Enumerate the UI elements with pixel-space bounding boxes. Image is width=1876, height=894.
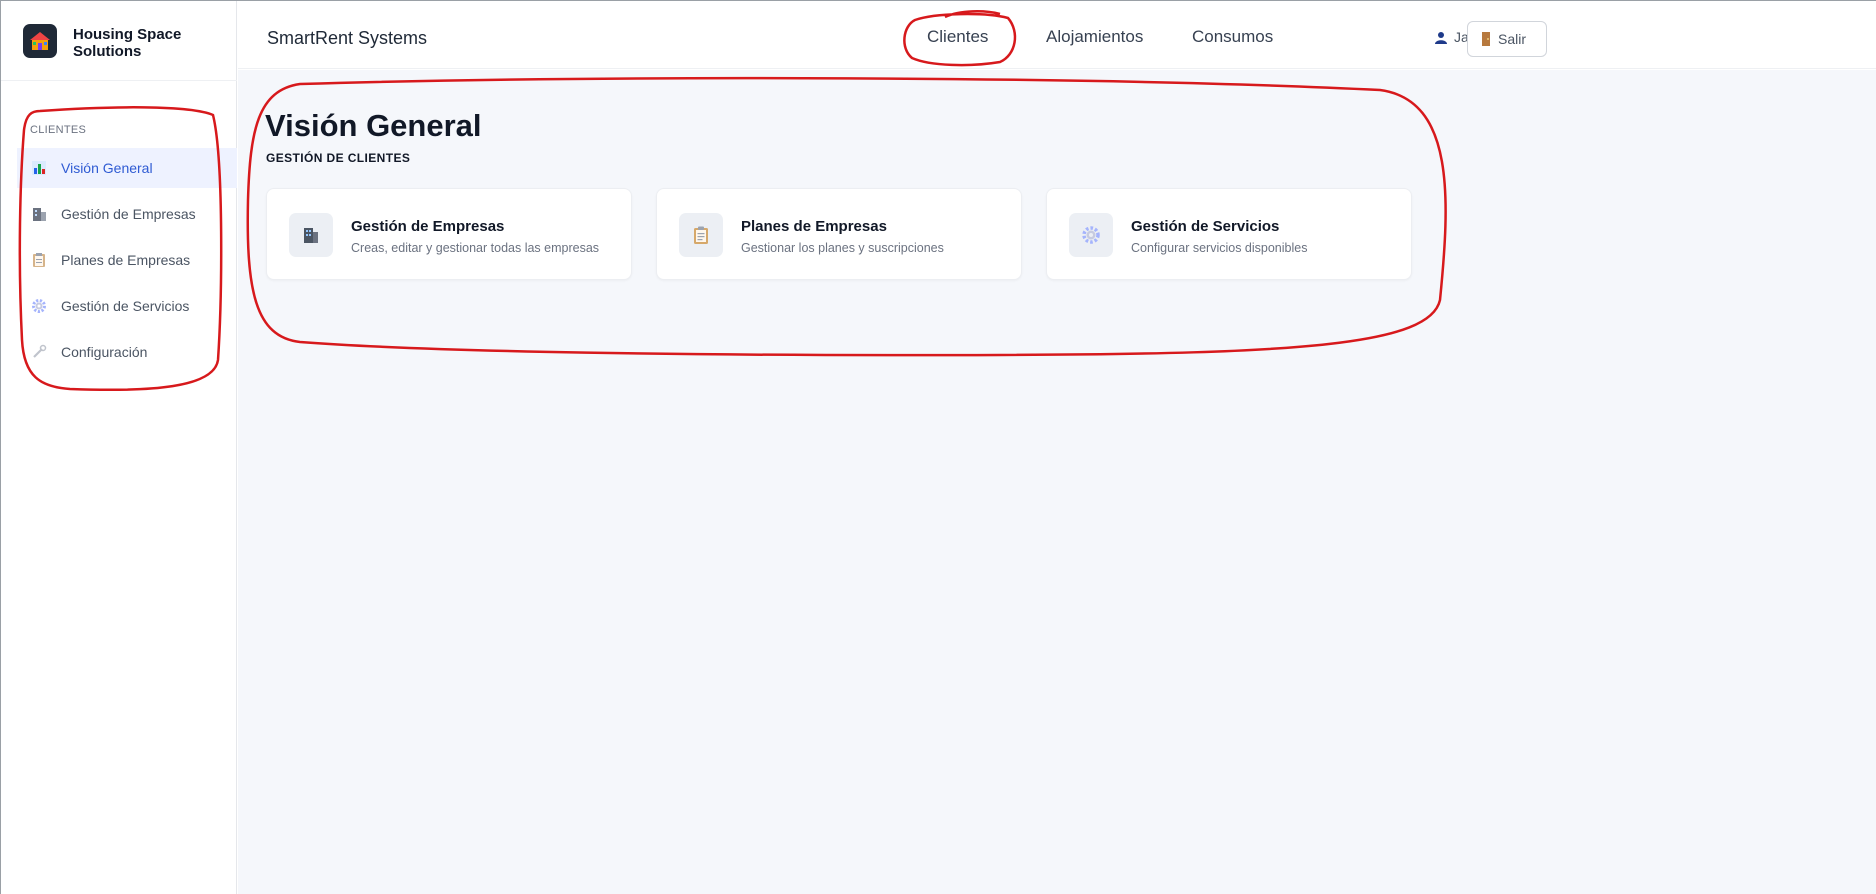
brand: Housing Space Solutions [1,1,237,81]
system-title: SmartRent Systems [267,28,428,48]
gear-icon [1069,213,1113,257]
card-gestion-servicios[interactable]: Gestión de Servicios Configurar servicio… [1046,188,1412,280]
page-subtitle: GESTIÓN DE CLIENTES [266,151,411,165]
card-description: Gestionar los planes y suscripciones [741,241,944,255]
bar-chart-icon [31,160,47,176]
card-description: Creas, editar y gestionar todas las empr… [351,241,600,255]
sidebar-item-gestion-empresas[interactable]: Gestión de Empresas [17,194,237,234]
main-content: Visión General GESTIÓN DE CLIENTES Gesti… [238,70,1876,894]
sidebar-item-planes-empresas[interactable]: Planes de Empresas [17,240,237,280]
top-header: SmartRent Systems Clientes Alojamientos … [238,1,1876,69]
house-icon [23,24,57,58]
sidebar-item-label: Gestión de Servicios [61,298,190,314]
brand-name: Housing Space Solutions [73,26,182,60]
sidebar-item-label: Gestión de Empresas [61,206,196,222]
sidebar: Housing Space Solutions CLIENTES Visión … [1,1,237,894]
logout-button[interactable]: Salir [1467,21,1547,57]
nav-clientes[interactable]: Clientes [927,27,988,47]
sidebar-item-configuracion[interactable]: Configuración [17,332,237,372]
logout-label: Salir [1498,31,1527,47]
clipboard-icon [31,252,47,268]
card-title: Gestión de Servicios [1131,218,1280,235]
card-title: Gestión de Empresas [351,218,505,235]
gear-icon [31,298,47,314]
nav-consumos[interactable]: Consumos [1192,27,1273,47]
user-icon [1435,31,1447,44]
sidebar-item-gestion-servicios[interactable]: Gestión de Servicios [17,286,237,326]
sidebar-item-vision-general[interactable]: Visión General [17,148,237,188]
building-icon [31,206,47,222]
sidebar-item-label: Visión General [61,160,153,176]
sidebar-section-label: CLIENTES [30,124,87,136]
sidebar-item-label: Planes de Empresas [61,252,191,268]
card-planes-empresas[interactable]: Planes de Empresas Gestionar los planes … [656,188,1022,280]
page-title: Visión General [265,108,482,143]
clipboard-icon [679,213,723,257]
card-description: Configurar servicios disponibles [1131,241,1308,255]
nav-alojamientos[interactable]: Alojamientos [1046,27,1143,47]
card-gestion-empresas[interactable]: Gestión de Empresas Creas, editar y gest… [266,188,632,280]
sidebar-item-label: Configuración [61,344,148,360]
door-icon [1482,32,1490,46]
building-icon [289,213,333,257]
wrench-icon [31,344,47,360]
card-title: Planes de Empresas [741,218,887,235]
